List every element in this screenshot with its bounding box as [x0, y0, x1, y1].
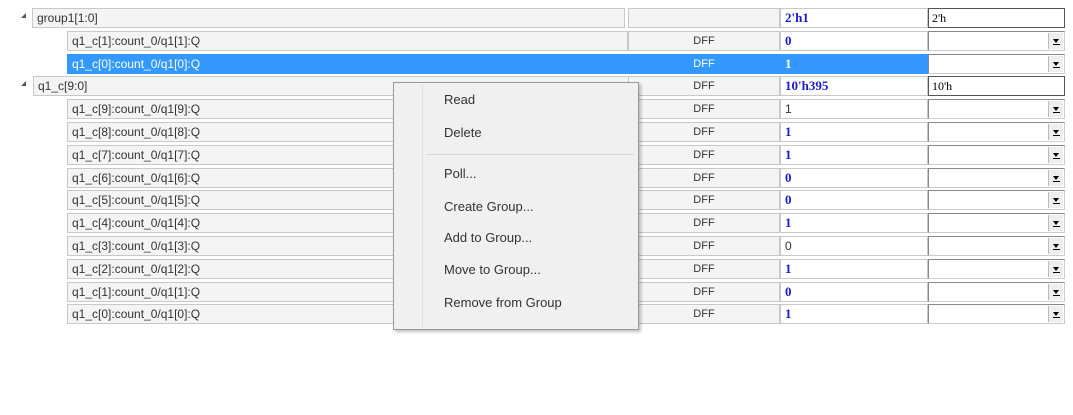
signal-row[interactable]: q1_c[0]:count_0/q1[0]:Q DFF 1 — [0, 53, 1073, 76]
value-cell: 0 — [780, 281, 928, 302]
group-label: group1[1:0] — [37, 11, 98, 25]
signal-value: 0 — [785, 283, 792, 299]
menu-item-poll[interactable]: Poll... — [444, 165, 477, 183]
value-combo[interactable] — [928, 99, 1065, 120]
dropdown-arrow-icon[interactable] — [1048, 101, 1063, 118]
value-cell: 10'h395 — [780, 76, 928, 97]
value-combo[interactable] — [928, 213, 1065, 234]
dropdown-arrow-icon[interactable] — [1048, 169, 1063, 186]
value-cell: 1 — [780, 258, 928, 279]
menu-item-delete[interactable]: Delete — [444, 124, 482, 142]
signal-label: q1_c[0]:count_0/q1[0]:Q — [72, 56, 201, 71]
signal-type: DFF — [628, 167, 780, 188]
signal-type: DFF — [628, 121, 780, 142]
signal-type: DFF — [628, 213, 780, 234]
group-value: 10'h395 — [785, 78, 829, 94]
dropdown-arrow-icon[interactable] — [1048, 237, 1063, 254]
type-cell — [628, 8, 780, 28]
menu-item-read[interactable]: Read — [444, 91, 475, 109]
signal-type: DFF — [628, 281, 780, 302]
group-name-cell: group1[1:0] — [32, 8, 625, 28]
dropdown-arrow-icon[interactable] — [1048, 146, 1063, 163]
dropdown-arrow-icon[interactable] — [1048, 260, 1063, 277]
signal-value: 0 — [785, 32, 792, 48]
signal-name-cell: q1_c[0]:count_0/q1[0]:Q — [67, 53, 628, 74]
menu-separator — [426, 154, 634, 155]
signal-value: 1 — [785, 123, 792, 139]
group-edit-field[interactable]: 10'h — [928, 76, 1065, 97]
value-cell: 0 — [780, 235, 928, 256]
value-combo[interactable] — [928, 121, 1065, 142]
value-combo[interactable] — [928, 281, 1065, 302]
dropdown-arrow-icon[interactable] — [1048, 283, 1063, 300]
dropdown-arrow-icon[interactable] — [1048, 32, 1063, 49]
signal-type: DFF — [628, 304, 780, 325]
value-cell: 0 — [780, 190, 928, 211]
value-cell: 1 — [780, 99, 928, 120]
type-cell: DFF — [628, 76, 780, 97]
dropdown-arrow-icon[interactable] — [1048, 192, 1063, 209]
value-combo[interactable] — [928, 258, 1065, 279]
menu-item-create-group[interactable]: Create Group... — [444, 198, 534, 216]
signal-type: DFF — [628, 30, 780, 51]
value-combo[interactable] — [928, 144, 1065, 165]
value-cell: 1 — [780, 53, 928, 74]
value-cell: 1 — [780, 121, 928, 142]
value-combo[interactable] — [928, 304, 1065, 325]
context-menu: Read Delete Poll... Create Group... Add to G… — [393, 82, 639, 330]
signal-value: 1 — [785, 260, 792, 276]
expanded-triangle-icon[interactable] — [21, 81, 26, 87]
value-combo[interactable] — [928, 53, 1065, 74]
menu-item-add-to-group[interactable]: Add to Group... — [444, 229, 532, 247]
signal-label: q1_c[1]:count_0/q1[1]:Q — [72, 33, 201, 48]
group-row[interactable]: group1[1:0] 2'h1 2'h — [0, 7, 1073, 30]
signal-type: DFF — [628, 190, 780, 211]
menu-gutter — [422, 85, 423, 327]
dropdown-arrow-icon[interactable] — [1048, 215, 1063, 232]
signal-name-cell: q1_c[1]:count_0/q1[1]:Q — [67, 30, 628, 51]
signal-value: 0 — [785, 192, 792, 208]
value-cell: 0 — [780, 30, 928, 51]
signal-type: DFF — [628, 144, 780, 165]
dropdown-arrow-icon[interactable] — [1048, 55, 1063, 72]
menu-item-remove-from-group[interactable]: Remove from Group — [444, 294, 562, 312]
signal-type: DFF — [628, 235, 780, 256]
signal-value: 1 — [785, 306, 792, 322]
signal-value: 0 — [785, 169, 792, 185]
signal-type: DFF — [628, 258, 780, 279]
value-combo[interactable] — [928, 235, 1065, 256]
dropdown-arrow-icon[interactable] — [1048, 306, 1063, 323]
value-cell: 1 — [780, 304, 928, 325]
signal-value: 1 — [785, 102, 792, 117]
group-value: 2'h1 — [785, 10, 809, 25]
value-cell: 1 — [780, 213, 928, 234]
signal-value: 0 — [785, 238, 792, 253]
value-combo[interactable] — [928, 167, 1065, 188]
signal-value: 1 — [785, 146, 792, 162]
signal-value: 1 — [785, 55, 792, 71]
value-combo[interactable] — [928, 190, 1065, 211]
value-cell: 1 — [780, 144, 928, 165]
value-cell: 0 — [780, 167, 928, 188]
value-combo[interactable] — [928, 30, 1065, 51]
value-cell: 2'h1 — [780, 8, 928, 28]
dropdown-arrow-icon[interactable] — [1048, 123, 1063, 140]
expanded-triangle-icon[interactable] — [21, 13, 26, 18]
signal-value: 1 — [785, 215, 792, 231]
signal-type: DFF — [628, 99, 780, 120]
group-edit-field[interactable]: 2'h — [928, 8, 1065, 28]
menu-item-move-to-group[interactable]: Move to Group... — [444, 261, 541, 279]
signal-row[interactable]: q1_c[1]:count_0/q1[1]:Q DFF 0 — [0, 30, 1073, 53]
signal-type: DFF — [628, 53, 780, 74]
